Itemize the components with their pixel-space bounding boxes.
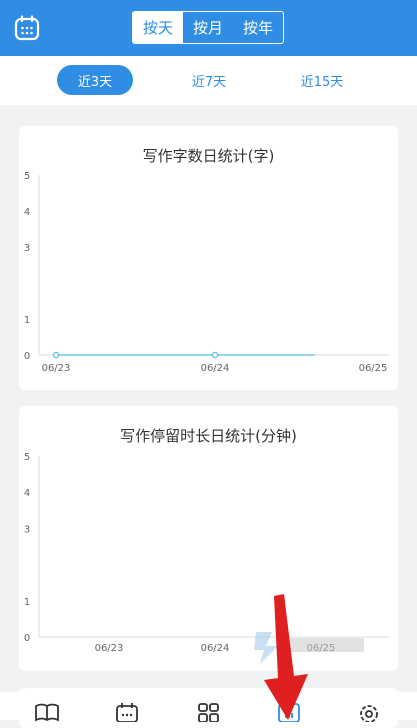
- period-segmented-control: 按天 按月 按年: [132, 11, 284, 44]
- range-7-days[interactable]: 近7天: [172, 65, 246, 95]
- segment-month[interactable]: 按月: [183, 12, 233, 43]
- y-tick-label: 5: [24, 171, 30, 182]
- y-tick-label: 4: [24, 207, 30, 218]
- y-tick-label: 1: [24, 315, 30, 326]
- word-count-chart-card: 写作字数日统计(字) 0 1 3 4 5 06/23 06/24 06/25: [19, 126, 398, 390]
- x-tick-label: 06/23: [95, 643, 124, 654]
- x-tick-label: 06/25: [359, 363, 388, 374]
- x-tick-label: 06/24: [201, 643, 230, 654]
- x-tick-label: 06/24: [201, 363, 230, 374]
- pointer-arrow: [264, 594, 308, 720]
- y-tick-label: 0: [24, 351, 30, 362]
- calendar-icon[interactable]: [14, 15, 40, 41]
- book-icon[interactable]: [33, 702, 61, 722]
- settings-icon[interactable]: [355, 702, 383, 722]
- range-selector: 近3天 近7天 近15天: [0, 56, 417, 105]
- bottom-tab-bar: [0, 692, 417, 722]
- word-count-chart: 0 1 3 4 5 06/23 06/24 06/25: [24, 171, 389, 374]
- calendar-icon[interactable]: [113, 702, 141, 722]
- grid-icon[interactable]: [194, 702, 222, 722]
- x-tick-label: 06/23: [42, 363, 71, 374]
- data-point: [211, 351, 219, 359]
- top-bar: 按天 按月 按年: [0, 0, 417, 56]
- y-tick-label: 0: [24, 633, 30, 644]
- segment-year[interactable]: 按年: [233, 12, 283, 43]
- range-15-days[interactable]: 近15天: [284, 65, 360, 95]
- y-tick-label: 1: [24, 597, 30, 608]
- data-point: [52, 351, 60, 359]
- segment-day[interactable]: 按天: [133, 12, 183, 43]
- y-tick-label: 5: [24, 452, 30, 463]
- y-tick-label: 3: [24, 524, 30, 535]
- y-tick-label: 3: [24, 243, 30, 254]
- y-tick-label: 4: [24, 488, 30, 499]
- range-3-days[interactable]: 近3天: [57, 65, 133, 95]
